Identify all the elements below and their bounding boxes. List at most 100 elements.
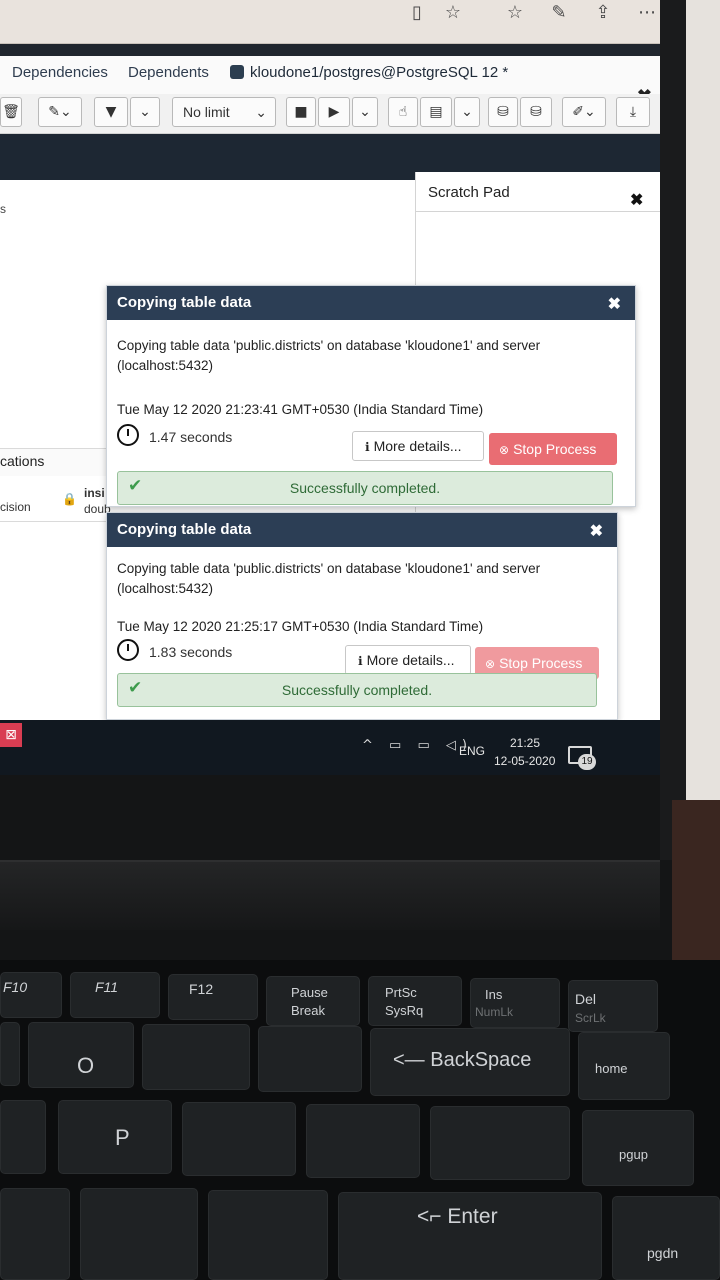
- key-backslash[interactable]: [430, 1106, 570, 1180]
- favorite-star-icon[interactable]: ☆: [440, 0, 466, 26]
- windows-taskbar: ⊠ ^ ▭ ▭ ◁) ENG 21:25 12-05-2020 19: [0, 720, 672, 775]
- app-taskbar-icon[interactable]: ⊠: [0, 723, 22, 747]
- key-del[interactable]: Del ScrLk: [568, 980, 658, 1032]
- key-label: pgdn: [647, 1245, 679, 1261]
- more-icon[interactable]: ⋯: [634, 0, 660, 26]
- reading-view-icon[interactable]: ▯: [404, 0, 430, 26]
- laptop-screen: ▯ ☆ ☆ ✎ ⇪ ⋯ Dependencies Dependents klou…: [0, 0, 672, 775]
- edit-dropdown-icon[interactable]: ✎⌄: [38, 97, 82, 127]
- key-label: Pause: [291, 985, 328, 1000]
- stop-circle-icon: ⊗: [485, 657, 496, 671]
- panel-tabs: Dependencies Dependents kloudone1/postgr…: [0, 56, 672, 106]
- laptop-keyboard: F10 F11 F12 Pause Break PrtSc SysRq Ins …: [0, 960, 720, 1280]
- info-icon: ℹ: [358, 654, 363, 668]
- tab-query-tool[interactable]: kloudone1/postgres@PostgreSQL 12 *: [230, 64, 508, 81]
- key-pause[interactable]: Pause Break: [266, 976, 360, 1026]
- share-icon[interactable]: ⇪: [590, 0, 616, 26]
- key-label: F12: [189, 981, 214, 997]
- key-l[interactable]: [0, 1188, 70, 1280]
- tab-dependencies[interactable]: Dependencies: [12, 64, 108, 81]
- key-label: <⌐ Enter: [417, 1205, 498, 1228]
- explain-icon[interactable]: ☝: [388, 97, 418, 127]
- key-backspace[interactable]: <— BackSpace: [370, 1028, 570, 1096]
- explain-dropdown-icon[interactable]: ⌄: [454, 97, 480, 127]
- results-tab-label[interactable]: cations: [0, 453, 44, 469]
- key-enter[interactable]: <⌐ Enter: [338, 1192, 602, 1280]
- download-icon[interactable]: ⤓: [616, 97, 650, 127]
- rollback-icon[interactable]: ⛁: [520, 97, 552, 127]
- key-right-bracket[interactable]: [306, 1104, 420, 1178]
- key-equals[interactable]: [258, 1026, 362, 1092]
- key-o[interactable]: [0, 1100, 46, 1174]
- key-label: Ins: [485, 987, 503, 1002]
- explain-analyze-icon[interactable]: ▤: [420, 97, 452, 127]
- delete-icon[interactable]: 🗑: [0, 97, 22, 127]
- database-icon: [230, 65, 244, 79]
- notification-message: Copying table data 'public.districts' on…: [117, 561, 541, 596]
- browser-toolbar: ▯ ☆ ☆ ✎ ⇪ ⋯: [0, 0, 672, 44]
- commit-icon[interactable]: ⛁: [488, 97, 518, 127]
- stop-icon[interactable]: ■: [286, 97, 316, 127]
- key-9[interactable]: [0, 1022, 20, 1086]
- more-details-button[interactable]: ℹ More details...: [345, 645, 471, 675]
- notification-duration: 1.83 seconds: [149, 644, 233, 660]
- limit-select[interactable]: No limit ⌄: [172, 97, 276, 127]
- key-f10[interactable]: F10: [0, 972, 62, 1018]
- status-success-bar: ✔ Successfully completed.: [117, 673, 597, 707]
- tab-dependents[interactable]: Dependents: [128, 64, 209, 81]
- key-sublabel: NumLk: [475, 1005, 514, 1019]
- system-tray-icons[interactable]: ^ ▭ ▭ ◁): [362, 738, 473, 753]
- key-label: F10: [3, 979, 28, 995]
- execute-icon[interactable]: ▶: [318, 97, 350, 127]
- key-home[interactable]: home: [578, 1032, 670, 1100]
- key-pgup[interactable]: pgup: [582, 1110, 694, 1186]
- key-semicolon[interactable]: [80, 1188, 198, 1280]
- scratch-pad-title: Scratch Pad: [428, 184, 510, 201]
- key-0[interactable]: O: [28, 1022, 134, 1088]
- clock-icon: [117, 639, 139, 661]
- status-text: Successfully completed.: [281, 682, 433, 698]
- taskbar-date[interactable]: 12-05-2020: [494, 754, 555, 768]
- key-label: PrtSc: [385, 985, 417, 1000]
- stop-circle-icon: ⊗: [499, 443, 510, 457]
- key-sublabel: SysRq: [385, 1003, 424, 1018]
- more-details-button[interactable]: ℹ More details...: [352, 431, 484, 461]
- key-minus[interactable]: [142, 1024, 250, 1090]
- key-label: <— BackSpace: [393, 1049, 532, 1071]
- key-f11[interactable]: F11: [70, 972, 160, 1018]
- notification-time: Tue May 12 2020 21:23:41 GMT+0530 (India…: [117, 402, 484, 417]
- key-left-bracket[interactable]: [182, 1102, 296, 1176]
- scratch-pad-header: Scratch Pad ✖: [416, 172, 672, 212]
- editor-partial-text: s: [0, 202, 6, 216]
- taskbar-time[interactable]: 21:25: [510, 736, 540, 750]
- notification-title: Copying table data: [117, 294, 252, 311]
- key-quote[interactable]: [208, 1190, 328, 1280]
- notification-close-icon[interactable]: ✖: [608, 294, 621, 314]
- key-p[interactable]: P: [58, 1100, 172, 1174]
- key-label: home: [595, 1061, 628, 1076]
- info-icon: ℹ: [365, 440, 370, 454]
- query-toolbar: 🗑 ✎⌄ ▼ ⌄ No limit ⌄ ■ ▶ ⌄ ☝ ▤ ⌄ ⛁ ⛁ ✐⌄ ⤓: [0, 94, 672, 134]
- background-desk: [672, 800, 720, 980]
- stop-process-button[interactable]: ⊗ Stop Process: [489, 433, 617, 465]
- filter-dropdown-icon[interactable]: ⌄: [130, 97, 160, 127]
- clear-dropdown-icon[interactable]: ✐⌄: [562, 97, 606, 127]
- column-header-1: cision: [0, 500, 31, 514]
- language-indicator[interactable]: ENG: [459, 744, 485, 758]
- key-ins[interactable]: Ins NumLk: [470, 978, 560, 1028]
- status-text: Successfully completed.: [289, 480, 441, 496]
- notification-close-icon[interactable]: ✖: [590, 521, 603, 541]
- execute-dropdown-icon[interactable]: ⌄: [352, 97, 378, 127]
- key-pgdn[interactable]: pgdn: [612, 1196, 720, 1280]
- key-label: F11: [95, 979, 119, 995]
- favorites-bar-icon[interactable]: ☆: [502, 0, 528, 26]
- key-label: pgup: [619, 1147, 648, 1162]
- notification-header: Copying table data ✖: [107, 513, 617, 547]
- pen-icon[interactable]: ✎: [546, 0, 572, 26]
- key-label: Del: [575, 991, 597, 1007]
- key-f12[interactable]: F12: [168, 974, 258, 1020]
- filter-icon[interactable]: ▼: [94, 97, 128, 127]
- clock-icon: [117, 424, 139, 446]
- key-prtsc[interactable]: PrtSc SysRq: [368, 976, 462, 1026]
- scratch-pad-close-icon[interactable]: ✖: [630, 190, 643, 210]
